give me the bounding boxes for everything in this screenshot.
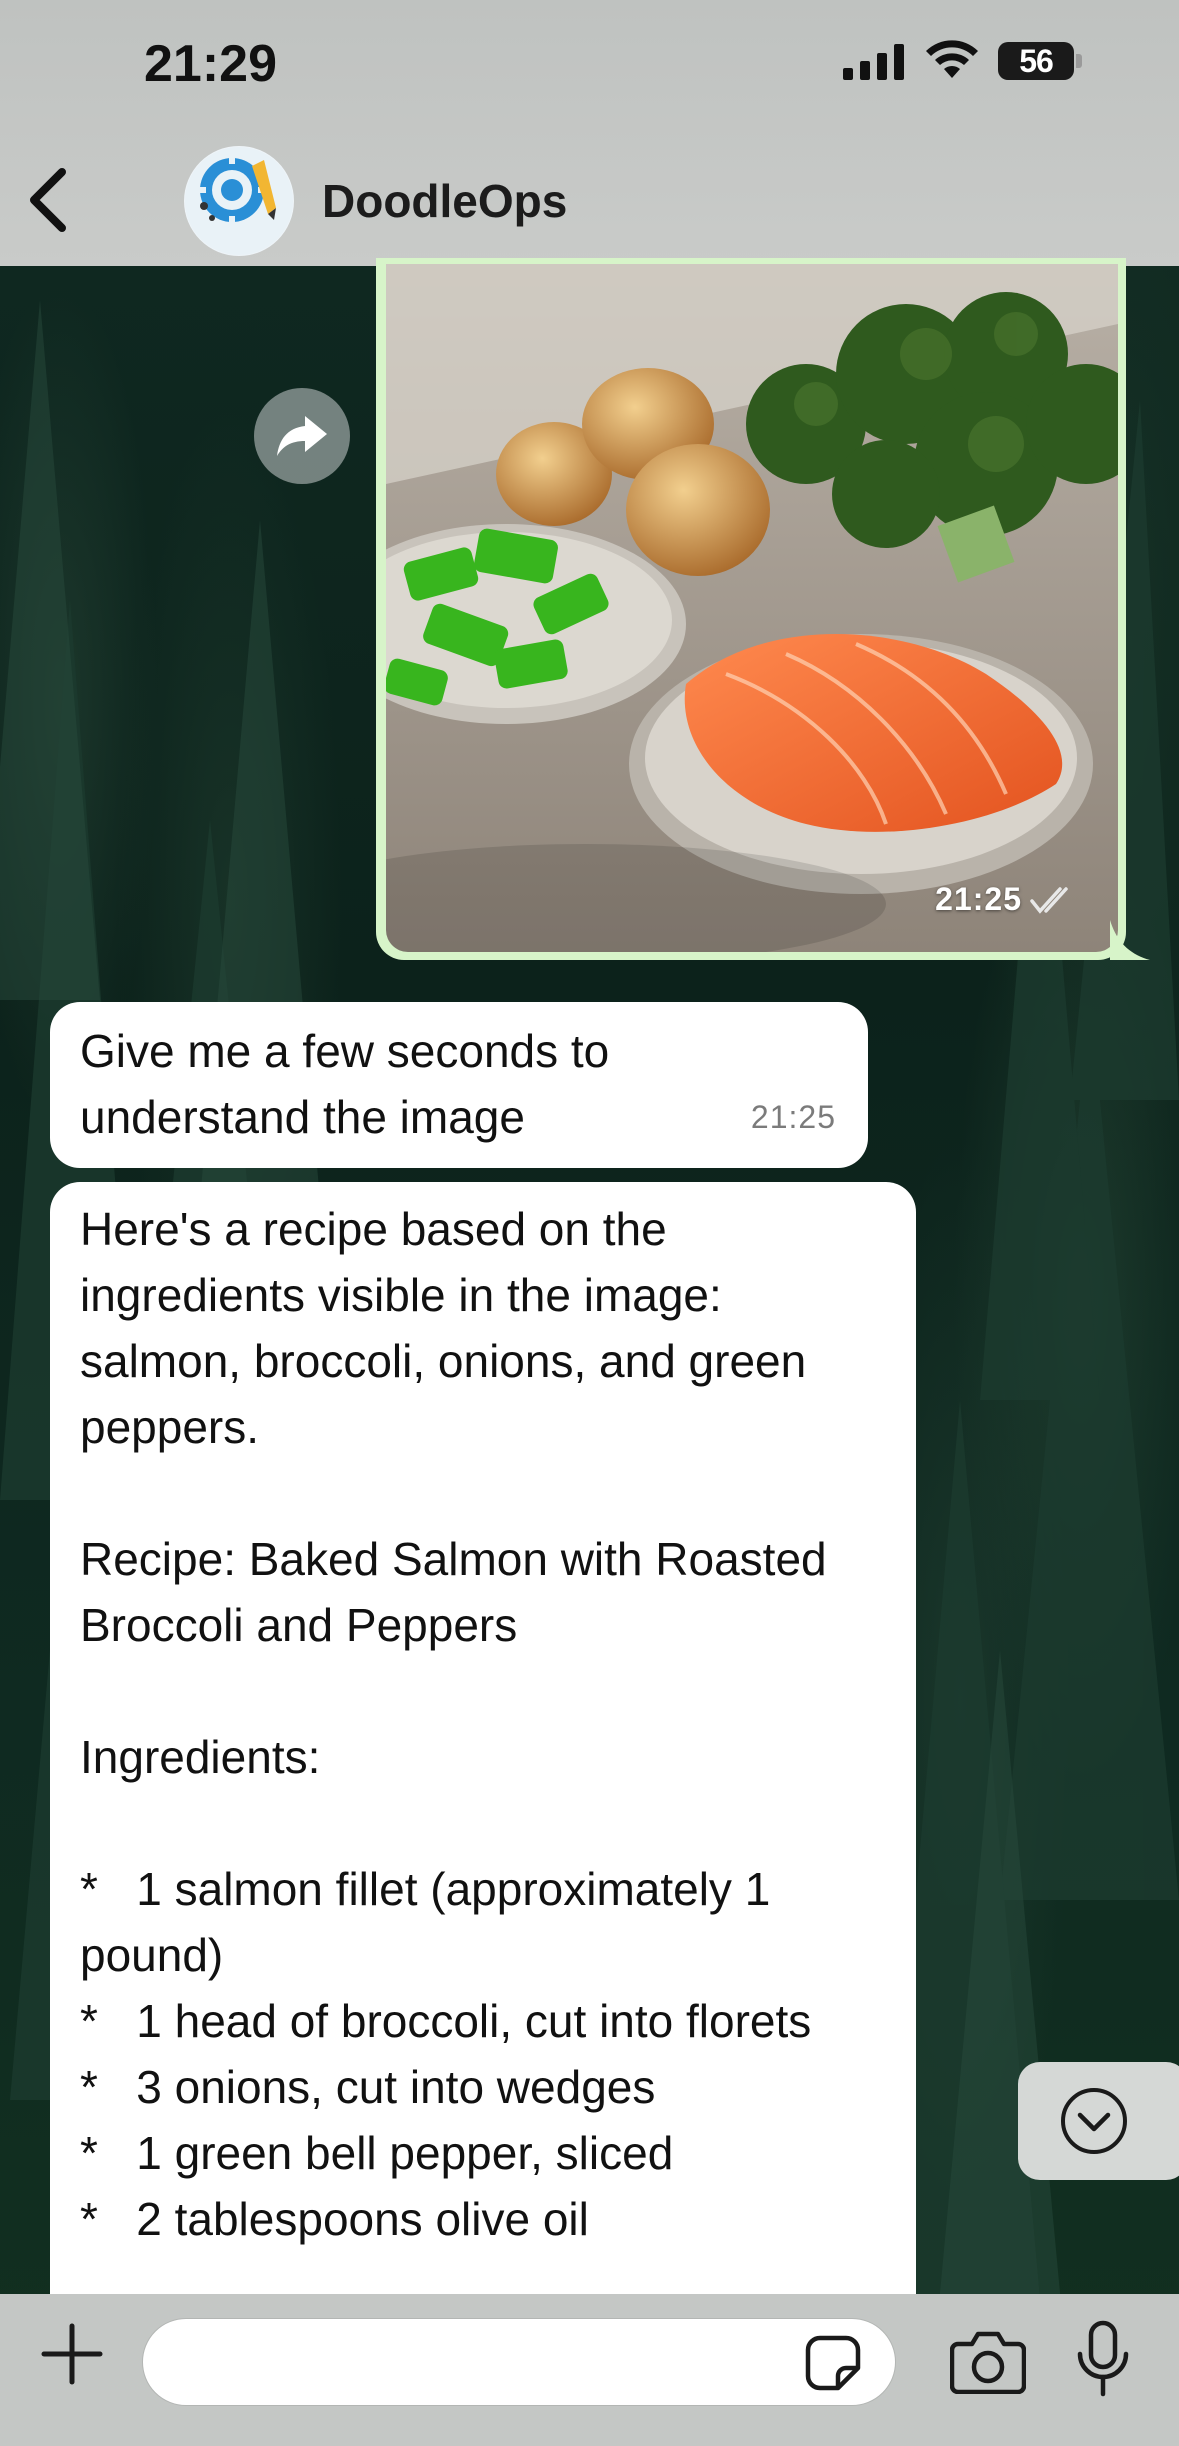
chevron-down-circle-icon: [1061, 2088, 1127, 2154]
microphone-icon[interactable]: [1074, 2320, 1132, 2400]
recipe-line: * 1 salmon fillet (approximately 1 pound…: [80, 1863, 784, 1981]
ingredients-photo: [386, 264, 1118, 952]
wifi-icon: [926, 40, 978, 78]
message-photo[interactable]: 21:25: [386, 264, 1118, 952]
scroll-to-bottom-button[interactable]: [1018, 2062, 1179, 2180]
image-message-time: 21:25: [935, 881, 1076, 918]
avatar[interactable]: [184, 146, 294, 256]
sticker-icon[interactable]: [804, 2334, 862, 2392]
avatar-logo: [185, 147, 293, 255]
back-chevron-icon[interactable]: [18, 160, 78, 240]
bubble-tail: [1110, 920, 1150, 960]
message-text: Give me a few seconds to understand the …: [80, 1025, 610, 1143]
recipe-line: Ingredients:: [80, 1731, 321, 1783]
signal-icon: [843, 44, 904, 80]
message-time: 21:25: [750, 1099, 836, 1135]
outgoing-image-message[interactable]: 21:25: [376, 258, 1126, 960]
recipe-line: Here's a recipe based on the ingredients…: [80, 1203, 819, 1453]
recipe-line: * 1 head of broccoli, cut into florets: [80, 1995, 812, 2047]
recipe-line: * 2 tablespoons olive oil: [80, 2193, 589, 2245]
incoming-recipe-message[interactable]: Here's a recipe based on the ingredients…: [50, 1182, 916, 2446]
image-time-label: 21:25: [935, 881, 1022, 917]
recipe-line: * 3 onions, cut into wedges: [80, 2061, 656, 2113]
recipe-line: Recipe: Baked Salmon with Roasted Brocco…: [80, 1533, 840, 1651]
camera-icon[interactable]: [950, 2328, 1026, 2394]
status-time: 21:29: [144, 35, 277, 93]
forward-icon: [277, 416, 327, 456]
incoming-message[interactable]: Give me a few seconds to understand the …: [50, 1002, 868, 1168]
contact-name[interactable]: DoodleOps: [322, 174, 567, 228]
composer-bar: [0, 2294, 1179, 2446]
battery-tip: [1076, 54, 1082, 68]
double-check-icon: [1030, 886, 1068, 914]
forward-button[interactable]: [254, 388, 350, 484]
recipe-line: * 1 green bell pepper, sliced: [80, 2127, 674, 2179]
message-input[interactable]: [142, 2318, 896, 2406]
chat-header: 21:29 56 DoodleOps: [0, 0, 1179, 266]
plus-icon[interactable]: [40, 2322, 104, 2386]
battery-icon: 56: [998, 42, 1074, 80]
